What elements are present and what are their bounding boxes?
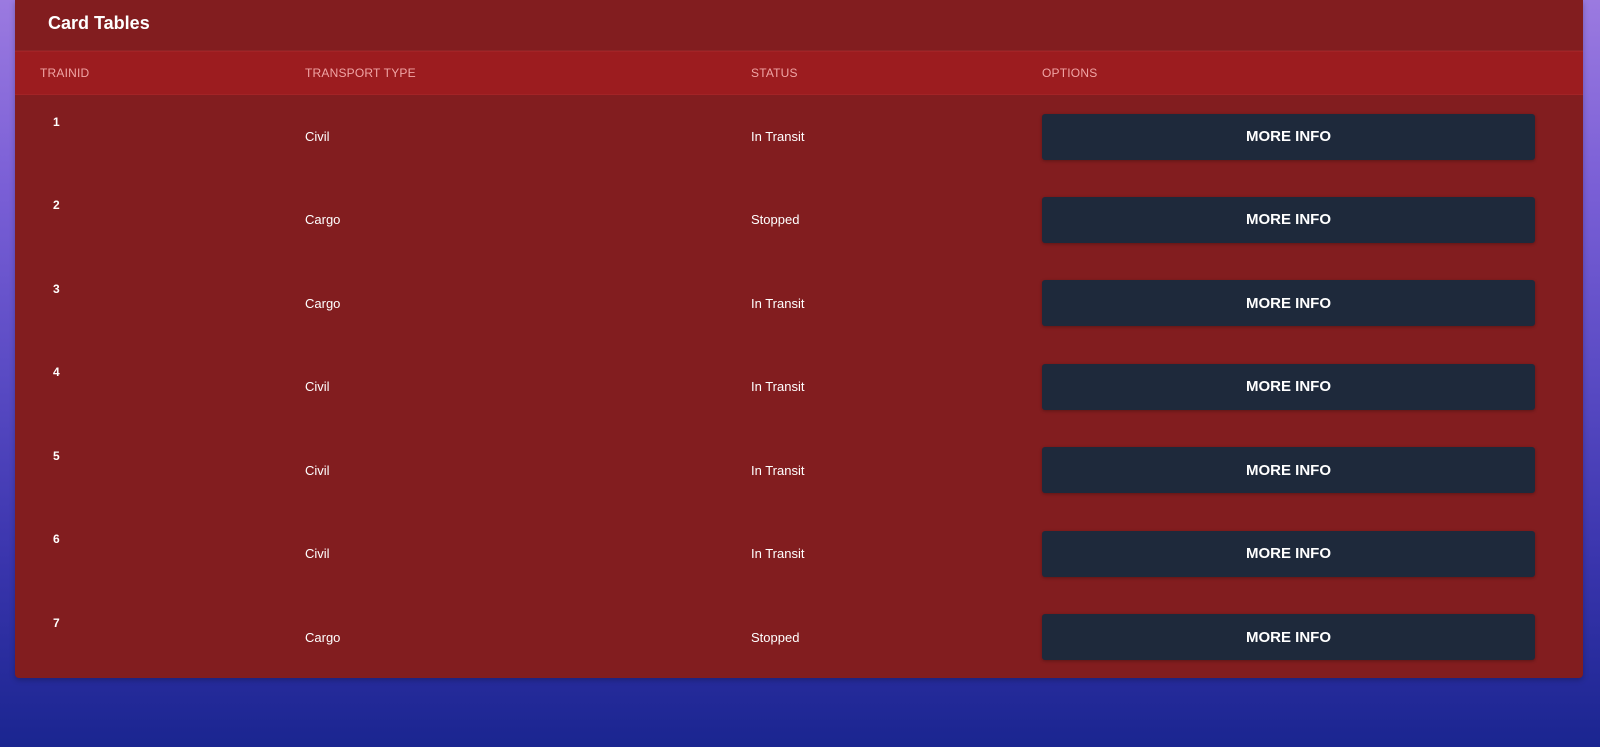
table-row: 1 Civil In Transit MORE INFO [15, 95, 1583, 179]
table-row: 4 Civil In Transit MORE INFO [15, 345, 1583, 429]
status-cell: In Transit [751, 546, 805, 562]
train-id-cell: 6 [53, 532, 60, 546]
more-info-button[interactable]: MORE INFO [1042, 363, 1535, 410]
options-cell: MORE INFO [1042, 429, 1583, 513]
more-info-button[interactable]: MORE INFO [1042, 196, 1535, 243]
card-title: Card Tables [48, 12, 150, 33]
table-row: 3 Cargo In Transit MORE INFO [15, 262, 1583, 346]
transport-type-cell: Cargo [305, 629, 341, 645]
more-info-button[interactable]: MORE INFO [1042, 447, 1535, 494]
status-cell: In Transit [751, 295, 805, 311]
table-row: 5 Civil In Transit MORE INFO [15, 429, 1583, 513]
transport-type-cell: Cargo [305, 295, 341, 311]
status-cell: In Transit [751, 379, 805, 395]
status-cell: In Transit [751, 129, 805, 144]
train-id-cell: 4 [53, 365, 60, 379]
train-id-cell: 5 [53, 448, 60, 463]
more-info-button[interactable]: MORE INFO [1042, 614, 1535, 661]
status-cell: Stopped [751, 629, 800, 645]
train-id-cell: 7 [53, 615, 60, 630]
more-info-button[interactable]: MORE INFO [1042, 113, 1535, 160]
column-header-transport-type: TRANSPORT TYPE [305, 51, 751, 95]
column-header-trainid: TRAINID [15, 51, 305, 95]
more-info-button[interactable]: MORE INFO [1042, 530, 1535, 577]
table-row: 6 Civil In Transit MORE INFO [15, 512, 1583, 596]
transport-type-cell: Cargo [305, 212, 341, 228]
train-id-cell: 1 [53, 115, 60, 129]
column-header-options: OPTIONS [1042, 51, 1583, 95]
transport-type-cell: Civil [305, 462, 330, 478]
table-row: 7 Cargo Stopped MORE INFO [15, 596, 1583, 679]
table-body: 1 Civil In Transit MORE INFO 2 Cargo Sto… [15, 95, 1583, 679]
status-cell: In Transit [751, 462, 805, 478]
card-table: Card Tables TRAINID TRANSPORT TYPE STATU… [15, 0, 1583, 678]
train-id-cell: 2 [53, 198, 60, 212]
transport-type-cell: Civil [305, 129, 330, 144]
table-header-row: TRAINID TRANSPORT TYPE STATUS OPTIONS [15, 51, 1583, 95]
train-id-cell: 3 [53, 281, 60, 296]
trains-table: TRAINID TRANSPORT TYPE STATUS OPTIONS 1 … [15, 51, 1583, 678]
options-cell: MORE INFO [1042, 178, 1583, 262]
transport-type-cell: Civil [305, 546, 330, 562]
more-info-button[interactable]: MORE INFO [1042, 280, 1535, 327]
status-cell: Stopped [751, 212, 800, 228]
options-cell: MORE INFO [1042, 262, 1583, 346]
card-header: Card Tables [15, 0, 1583, 51]
column-header-status: STATUS [751, 51, 1042, 95]
table-row: 2 Cargo Stopped MORE INFO [15, 178, 1583, 262]
options-cell: MORE INFO [1042, 596, 1583, 679]
table-head: TRAINID TRANSPORT TYPE STATUS OPTIONS [15, 51, 1583, 95]
options-cell: MORE INFO [1042, 345, 1583, 429]
transport-type-cell: Civil [305, 379, 330, 395]
options-cell: MORE INFO [1042, 512, 1583, 596]
options-cell: MORE INFO [1042, 95, 1583, 179]
